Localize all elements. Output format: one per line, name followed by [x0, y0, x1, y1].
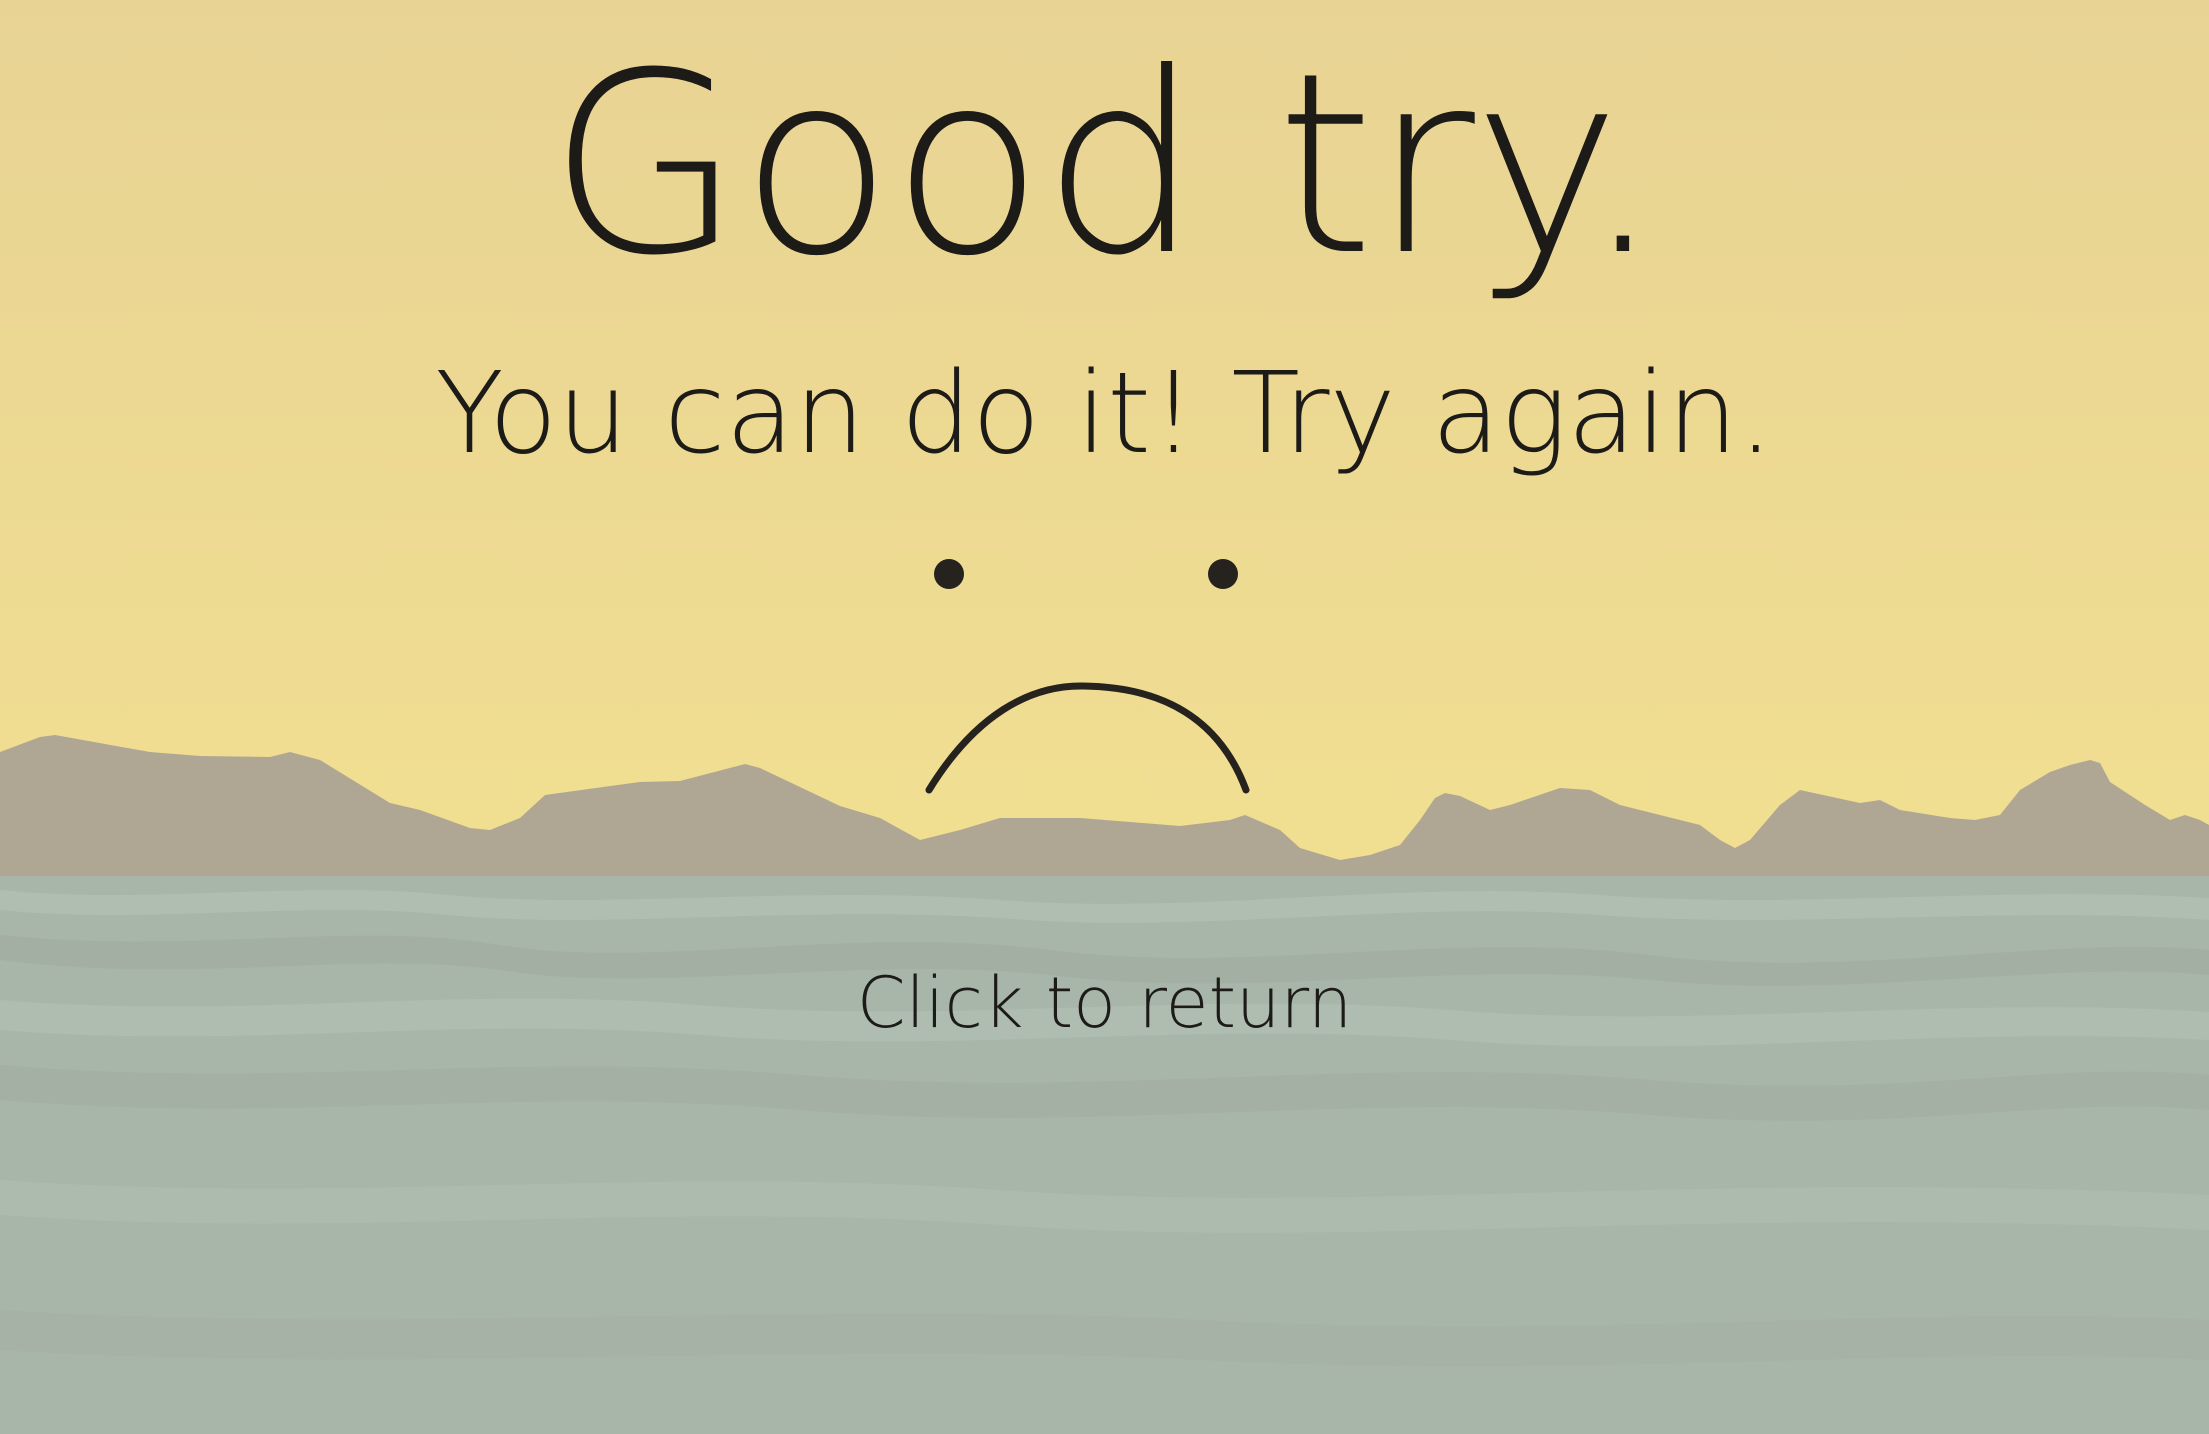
left-eye [934, 559, 964, 589]
return-button[interactable]: Click to return [0, 968, 2209, 1038]
result-subtitle: You can do it! Try again. [435, 349, 1774, 479]
right-eye [1208, 559, 1238, 589]
return-label[interactable]: Click to return [857, 962, 1353, 1044]
result-title: Good try. [548, 19, 1662, 310]
